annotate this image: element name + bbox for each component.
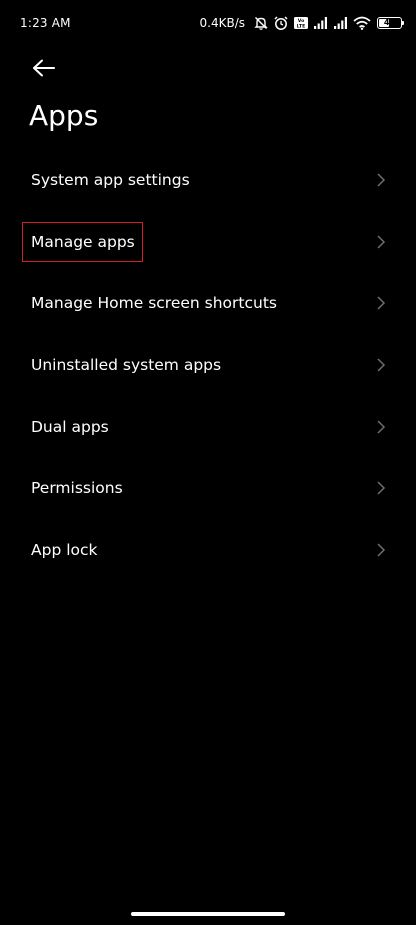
- svg-text:Vo: Vo: [298, 18, 304, 24]
- settings-item-label: Uninstalled system apps: [31, 355, 222, 374]
- settings-item-label: Dual apps: [31, 417, 109, 436]
- chevron-right-icon: [377, 235, 386, 249]
- status-time: 1:23 AM: [20, 16, 71, 30]
- settings-item-dual-apps[interactable]: Dual apps: [0, 396, 416, 458]
- network-speed: 0.4KB/s: [199, 16, 245, 30]
- settings-item-manage-home-screen-shortcuts[interactable]: Manage Home screen shortcuts: [0, 272, 416, 334]
- settings-item-label: System app settings: [31, 170, 190, 189]
- settings-item-label: Permissions: [31, 479, 123, 498]
- settings-item-permissions[interactable]: Permissions: [0, 457, 416, 519]
- back-button[interactable]: [26, 52, 62, 84]
- settings-item-label: App lock: [31, 540, 98, 559]
- settings-item-label: Manage apps: [22, 221, 143, 262]
- mute-icon: [253, 15, 269, 31]
- volte-icon: Vo LTE: [293, 16, 309, 30]
- alarm-icon: [273, 15, 289, 31]
- page-title: Apps: [29, 99, 99, 132]
- chevron-right-icon: [377, 296, 386, 310]
- settings-item-app-lock[interactable]: App lock: [0, 519, 416, 581]
- signal-icon: [333, 16, 349, 30]
- chevron-right-icon: [377, 481, 386, 495]
- chevron-right-icon: [377, 543, 386, 557]
- signal-icon: [313, 16, 329, 30]
- wifi-icon: [353, 16, 371, 30]
- battery-cap: [402, 21, 404, 25]
- settings-item-manage-apps[interactable]: Manage apps: [0, 211, 416, 273]
- chevron-right-icon: [377, 173, 386, 187]
- arrow-left-icon: [33, 59, 55, 77]
- status-icons: 0.4KB/s Vo LTE 47: [199, 14, 404, 32]
- status-bar: 1:23 AM 0.4KB/s Vo LTE 47: [0, 0, 416, 48]
- svg-text:LTE: LTE: [297, 24, 305, 30]
- settings-list: System app settings Manage apps Manage H…: [0, 149, 416, 581]
- settings-item-system-app-settings[interactable]: System app settings: [0, 149, 416, 211]
- home-indicator[interactable]: [131, 912, 285, 916]
- battery-icon: 47: [377, 17, 404, 29]
- chevron-right-icon: [377, 420, 386, 434]
- battery-level: 47: [383, 18, 396, 27]
- settings-item-label: Manage Home screen shortcuts: [31, 294, 277, 313]
- chevron-right-icon: [377, 358, 386, 372]
- settings-item-uninstalled-system-apps[interactable]: Uninstalled system apps: [0, 334, 416, 396]
